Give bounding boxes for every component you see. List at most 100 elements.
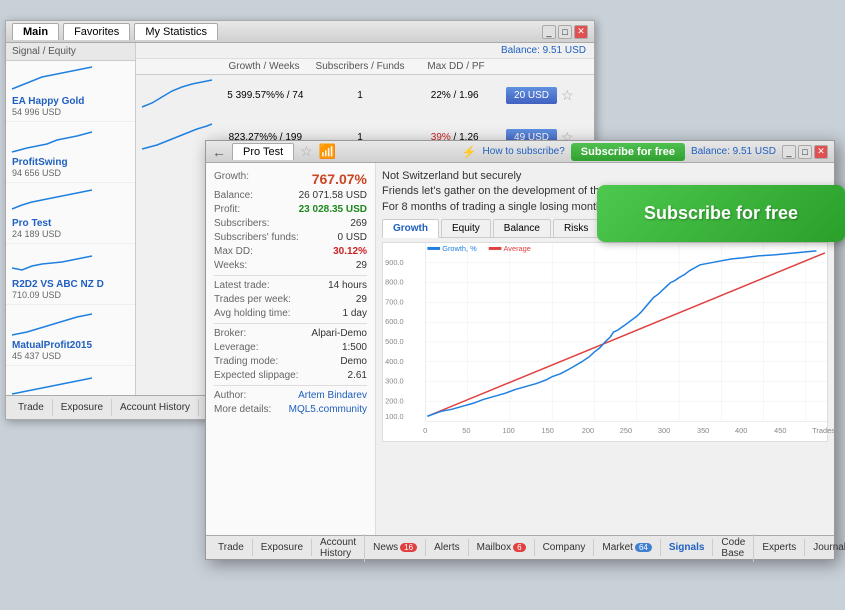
list-item[interactable]: EA Happy Gold 54 996 USD bbox=[6, 61, 135, 122]
svg-text:Growth, %: Growth, % bbox=[442, 245, 477, 253]
trading-mode-value: Demo bbox=[340, 356, 367, 367]
signal-growth: 5 399.57%% / 74 bbox=[218, 90, 313, 101]
subscribers-funds-label: Subscribers' funds: bbox=[214, 232, 299, 243]
growth-chart: 900.0 800.0 700.0 600.0 500.0 400.0 300.… bbox=[382, 242, 828, 442]
back-window-controls: _ □ ✕ bbox=[542, 25, 588, 39]
signals-sidebar: Signal / Equity EA Happy Gold 54 996 USD… bbox=[6, 43, 136, 395]
list-item[interactable]: Acashflow 5 092 USD bbox=[6, 366, 135, 395]
col-max-dd-pf: Max DD / PF bbox=[408, 61, 504, 72]
tab-company[interactable]: Company bbox=[535, 539, 595, 556]
back-arrow-icon[interactable]: ← bbox=[212, 144, 226, 160]
subscribe-for-free-overlay[interactable]: Subscribe for free bbox=[597, 185, 845, 242]
latest-trade-label: Latest trade: bbox=[214, 280, 270, 291]
sidebar-item-value: 45 437 USD bbox=[12, 351, 129, 361]
subscribers-label: Subscribers: bbox=[214, 218, 270, 229]
svg-text:400.0: 400.0 bbox=[385, 358, 404, 366]
signal-chart-cell bbox=[138, 79, 218, 112]
svg-text:500.0: 500.0 bbox=[385, 338, 404, 346]
tab-code-base[interactable]: Code Base bbox=[713, 534, 754, 562]
signal-subscribers: 1 bbox=[313, 90, 408, 101]
tab-account-history[interactable]: Account History bbox=[112, 399, 199, 416]
profit-value: 23 028.35 USD bbox=[299, 204, 367, 215]
market-badge: 64 bbox=[635, 543, 652, 552]
table-row: 5 399.57%% / 74 1 22% / 1.96 20 USD ☆ bbox=[136, 75, 594, 117]
svg-text:Trades: Trades bbox=[812, 427, 834, 435]
list-item[interactable]: ProfitSwing 94 656 USD bbox=[6, 122, 135, 183]
leverage-label: Leverage: bbox=[214, 342, 258, 353]
how-to-link[interactable]: How to subscribe? bbox=[483, 146, 565, 157]
tab-my-statistics[interactable]: My Statistics bbox=[134, 23, 218, 40]
front-title-right: ⚡ How to subscribe? Subscribe for free B… bbox=[462, 143, 828, 161]
tab-account-history[interactable]: Account History bbox=[312, 534, 365, 562]
tab-mailbox[interactable]: Mailbox6 bbox=[469, 539, 535, 556]
tab-signals[interactable]: Signals bbox=[661, 539, 714, 556]
maximize-button[interactable]: □ bbox=[558, 25, 572, 39]
tab-growth[interactable]: Growth bbox=[382, 219, 439, 238]
stat-broker: Broker: Alpari-Demo bbox=[214, 328, 367, 339]
tab-equity[interactable]: Equity bbox=[441, 219, 491, 237]
svg-text:350: 350 bbox=[697, 427, 709, 435]
sidebar-item-value: 54 996 USD bbox=[12, 107, 129, 117]
stat-subscribers: Subscribers: 269 bbox=[214, 218, 367, 229]
tab-trade[interactable]: Trade bbox=[10, 399, 53, 416]
col-action bbox=[504, 61, 594, 72]
subscribe-overlay-label: Subscribe for free bbox=[644, 203, 798, 224]
tab-trade[interactable]: Trade bbox=[210, 539, 253, 556]
sidebar-item-name: ProfitSwing bbox=[12, 157, 129, 168]
tab-favorites[interactable]: Favorites bbox=[63, 23, 130, 40]
svg-text:300: 300 bbox=[658, 427, 670, 435]
list-item[interactable]: Pro Test 24 189 USD bbox=[6, 183, 135, 244]
favorite-star-icon[interactable]: ☆ bbox=[300, 143, 313, 160]
table-headers: Growth / Weeks Subscribers / Funds Max D… bbox=[136, 59, 594, 75]
max-dd-value: 30.12% bbox=[333, 246, 367, 257]
tab-journal[interactable]: Journal bbox=[805, 539, 845, 556]
svg-text:600.0: 600.0 bbox=[385, 319, 404, 327]
svg-text:50: 50 bbox=[462, 427, 470, 435]
tab-market[interactable]: Market64 bbox=[594, 539, 660, 556]
more-details-link[interactable]: MQL5.community bbox=[289, 404, 367, 415]
list-item[interactable]: R2D2 VS ABC NZ D 710.09 USD bbox=[6, 244, 135, 305]
sidebar-header: Signal / Equity bbox=[6, 43, 135, 61]
svg-text:700.0: 700.0 bbox=[385, 299, 404, 307]
subscribe-button[interactable]: 20 USD bbox=[506, 87, 557, 104]
favorite-star-icon[interactable]: ☆ bbox=[561, 87, 574, 104]
balance-display: Balance: 9.51 USD bbox=[136, 43, 594, 59]
minimize-button[interactable]: _ bbox=[782, 145, 796, 159]
list-item[interactable]: MatualProfit2015 45 437 USD bbox=[6, 305, 135, 366]
broker-label: Broker: bbox=[214, 328, 246, 339]
subscribe-free-button[interactable]: Subscribe for free bbox=[571, 143, 685, 161]
avg-holding-value: 1 day bbox=[343, 308, 367, 319]
svg-text:0: 0 bbox=[423, 427, 427, 435]
tab-exposure[interactable]: Exposure bbox=[53, 399, 112, 416]
divider bbox=[214, 323, 367, 324]
sidebar-item-name: R2D2 VS ABC NZ D bbox=[12, 279, 129, 290]
tab-news[interactable]: News16 bbox=[365, 539, 426, 556]
tab-experts[interactable]: Experts bbox=[754, 539, 805, 556]
author-link[interactable]: Artem Bindarev bbox=[298, 390, 367, 401]
close-button[interactable]: ✕ bbox=[574, 25, 588, 39]
close-button[interactable]: ✕ bbox=[814, 145, 828, 159]
svg-text:100: 100 bbox=[502, 427, 514, 435]
expected-slippage-label: Expected slippage: bbox=[214, 370, 299, 381]
trades-per-week-value: 29 bbox=[356, 294, 367, 305]
tab-main[interactable]: Main bbox=[12, 23, 59, 40]
weeks-label: Weeks: bbox=[214, 260, 247, 271]
weeks-value: 29 bbox=[356, 260, 367, 271]
front-title-left: ← Pro Test ☆ 📶 bbox=[212, 143, 336, 160]
front-tab-protest[interactable]: Pro Test bbox=[232, 143, 294, 160]
sidebar-item-value: 24 189 USD bbox=[12, 229, 129, 239]
balance-display: Balance: 9.51 USD bbox=[691, 146, 776, 157]
stat-profit: Profit: 23 028.35 USD bbox=[214, 204, 367, 215]
maximize-button[interactable]: □ bbox=[798, 145, 812, 159]
tab-alerts[interactable]: Alerts bbox=[426, 539, 469, 556]
balance-label: Balance: bbox=[214, 190, 253, 201]
mailbox-badge: 6 bbox=[513, 543, 525, 552]
tab-risks[interactable]: Risks bbox=[553, 219, 599, 237]
svg-text:450: 450 bbox=[774, 427, 786, 435]
tab-exposure[interactable]: Exposure bbox=[253, 539, 312, 556]
news-badge: 16 bbox=[400, 543, 417, 552]
minimize-button[interactable]: _ bbox=[542, 25, 556, 39]
stat-growth: Growth: 767.07% bbox=[214, 171, 367, 187]
back-tabs: Main Favorites My Statistics bbox=[12, 23, 218, 40]
tab-balance[interactable]: Balance bbox=[493, 219, 551, 237]
